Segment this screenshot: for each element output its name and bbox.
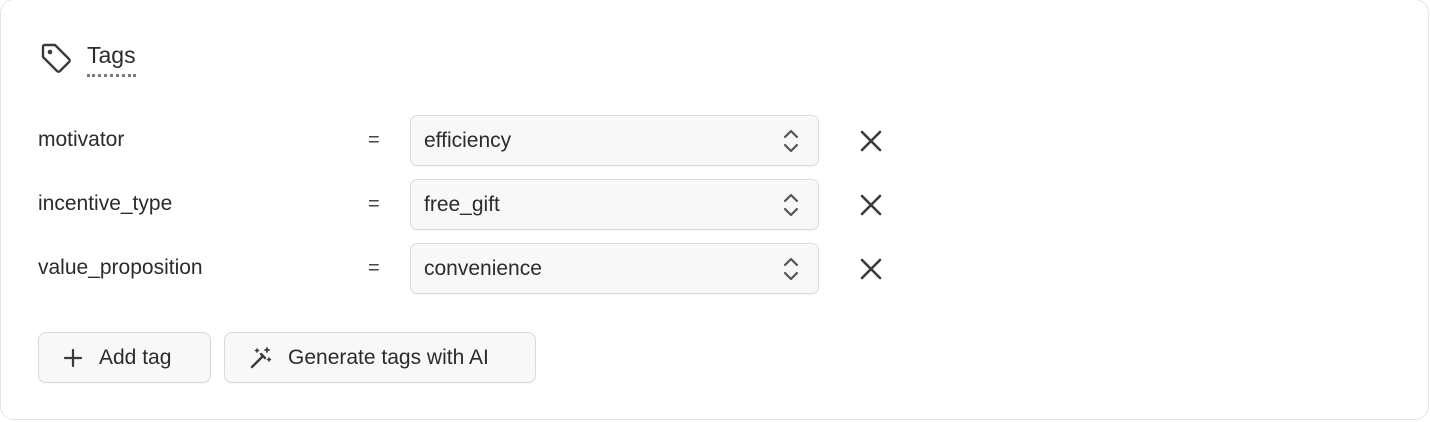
section-title: Tags <box>87 40 136 77</box>
tags-header: Tags <box>39 40 136 80</box>
tags-panel: Tags motivator = efficiency incentive_ty… <box>0 0 1429 420</box>
remove-tag-icon[interactable] <box>859 193 883 217</box>
add-tag-label: Add tag <box>99 345 172 369</box>
tag-key: motivator <box>38 128 125 151</box>
chevron-up-down-icon <box>783 129 799 153</box>
equals-operator: = <box>368 129 380 151</box>
tag-value-select[interactable]: efficiency <box>410 115 819 166</box>
tag-row: motivator = efficiency <box>1 115 901 167</box>
tag-key: value_proposition <box>38 256 203 279</box>
tag-value-select[interactable]: convenience <box>410 243 819 294</box>
remove-tag-icon[interactable] <box>859 129 883 153</box>
generate-tags-ai-button[interactable]: Generate tags with AI <box>224 332 536 383</box>
add-tag-button[interactable]: Add tag <box>38 332 211 383</box>
equals-operator: = <box>368 257 380 279</box>
chevron-up-down-icon <box>783 193 799 217</box>
magic-wand-icon <box>250 346 272 368</box>
equals-operator: = <box>368 193 380 215</box>
generate-tags-label: Generate tags with AI <box>288 345 489 369</box>
tag-row: incentive_type = free_gift <box>1 179 901 231</box>
remove-tag-icon[interactable] <box>859 257 883 281</box>
chevron-up-down-icon <box>783 257 799 281</box>
tag-value: convenience <box>424 257 542 280</box>
tag-value-select[interactable]: free_gift <box>410 179 819 230</box>
tag-row: value_proposition = convenience <box>1 243 901 295</box>
tag-value: free_gift <box>424 193 500 216</box>
tag-key: incentive_type <box>38 192 173 215</box>
plus-icon <box>63 348 83 367</box>
tag-value: efficiency <box>424 129 512 152</box>
tag-icon <box>41 43 71 73</box>
